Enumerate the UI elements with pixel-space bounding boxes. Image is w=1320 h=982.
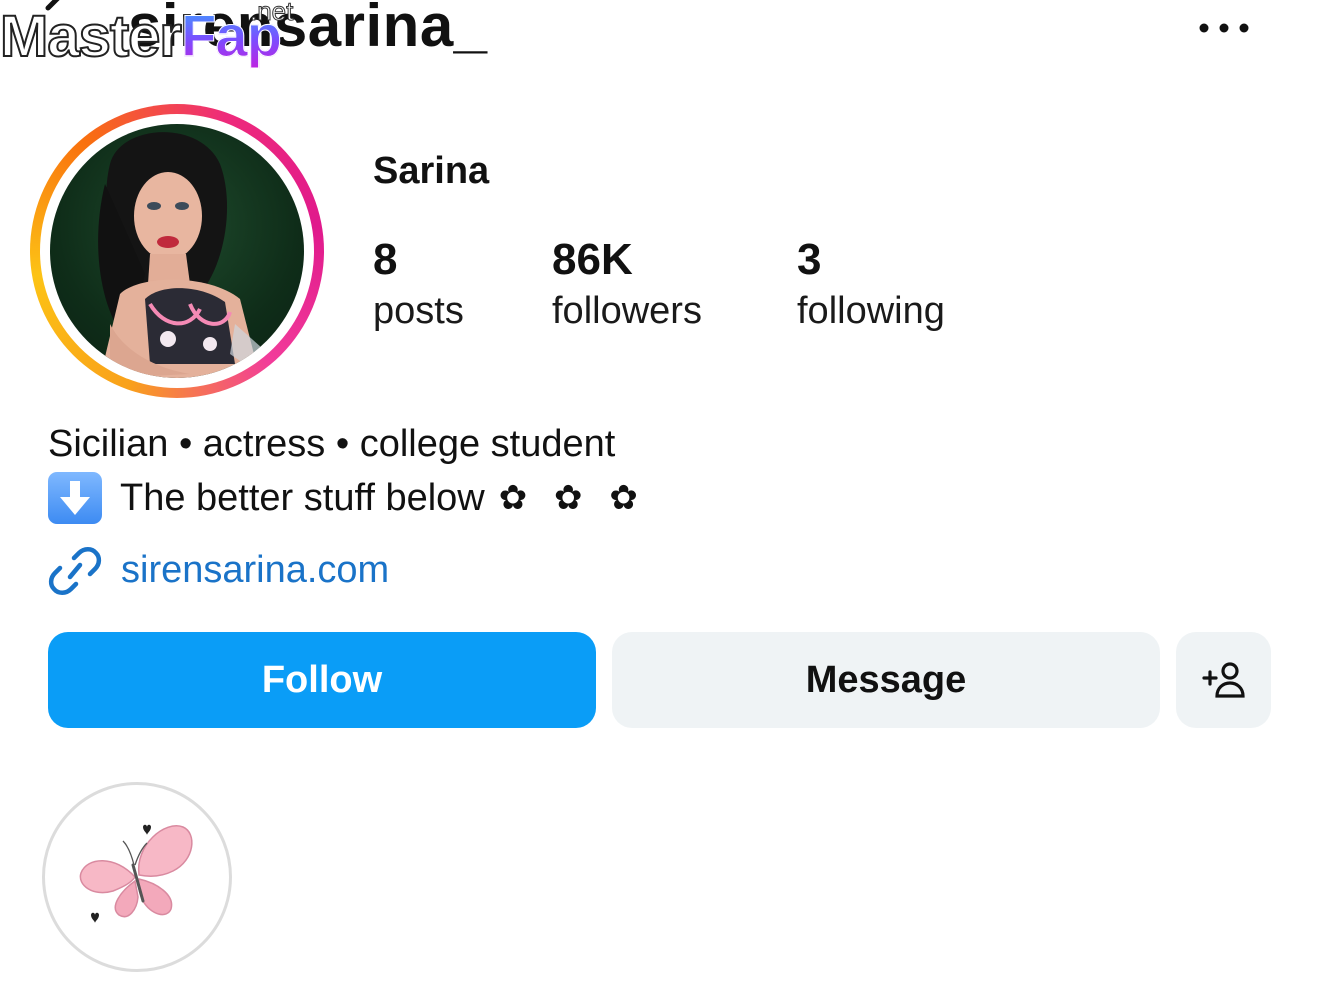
bio-line-2-text: The better stuff below <box>120 477 485 519</box>
stat-followers-label: followers <box>552 290 702 332</box>
stat-following-label: following <box>797 290 945 332</box>
avatar-border <box>40 114 314 388</box>
watermark-main: Master <box>0 3 183 70</box>
message-button[interactable]: Message <box>612 632 1160 728</box>
avatar <box>50 124 304 378</box>
bio-link-text: sirensarina.com <box>121 548 390 591</box>
stat-following[interactable]: 3 following <box>797 234 945 336</box>
stat-posts-value: 8 <box>373 235 398 284</box>
link-icon <box>48 547 102 595</box>
down-arrow-emoji-icon <box>48 472 102 524</box>
stat-followers[interactable]: 86K followers <box>552 234 702 336</box>
stat-followers-value: 86K <box>552 235 633 284</box>
butterfly-icon <box>79 824 193 923</box>
add-person-icon <box>1201 662 1245 698</box>
avatar-portrait-image <box>98 132 280 378</box>
more-horizontal-icon[interactable] <box>1196 18 1252 38</box>
top-bar: sirensarina_ MasterFap .net <box>0 0 1320 80</box>
site-watermark: MasterFap .net <box>0 0 294 76</box>
bio-link[interactable]: sirensarina.com <box>48 544 389 596</box>
stat-posts-label: posts <box>373 290 464 332</box>
flower-icons: ✿ ✿ ✿ <box>498 478 646 518</box>
stat-posts[interactable]: 8 posts <box>373 234 464 336</box>
suggested-users-button[interactable] <box>1176 632 1271 728</box>
profile-display-name: Sarina <box>373 150 490 192</box>
story-highlight[interactable] <box>42 782 232 972</box>
watermark-suffix: .net <box>249 0 294 26</box>
stat-following-value: 3 <box>797 235 822 284</box>
profile-avatar-story-ring[interactable] <box>30 104 324 398</box>
bio-line-2: The better stuff below ✿ ✿ ✿ <box>48 472 646 524</box>
follow-button[interactable]: Follow <box>48 632 596 728</box>
bio-line-1: Sicilian • actress • college student <box>48 423 616 465</box>
